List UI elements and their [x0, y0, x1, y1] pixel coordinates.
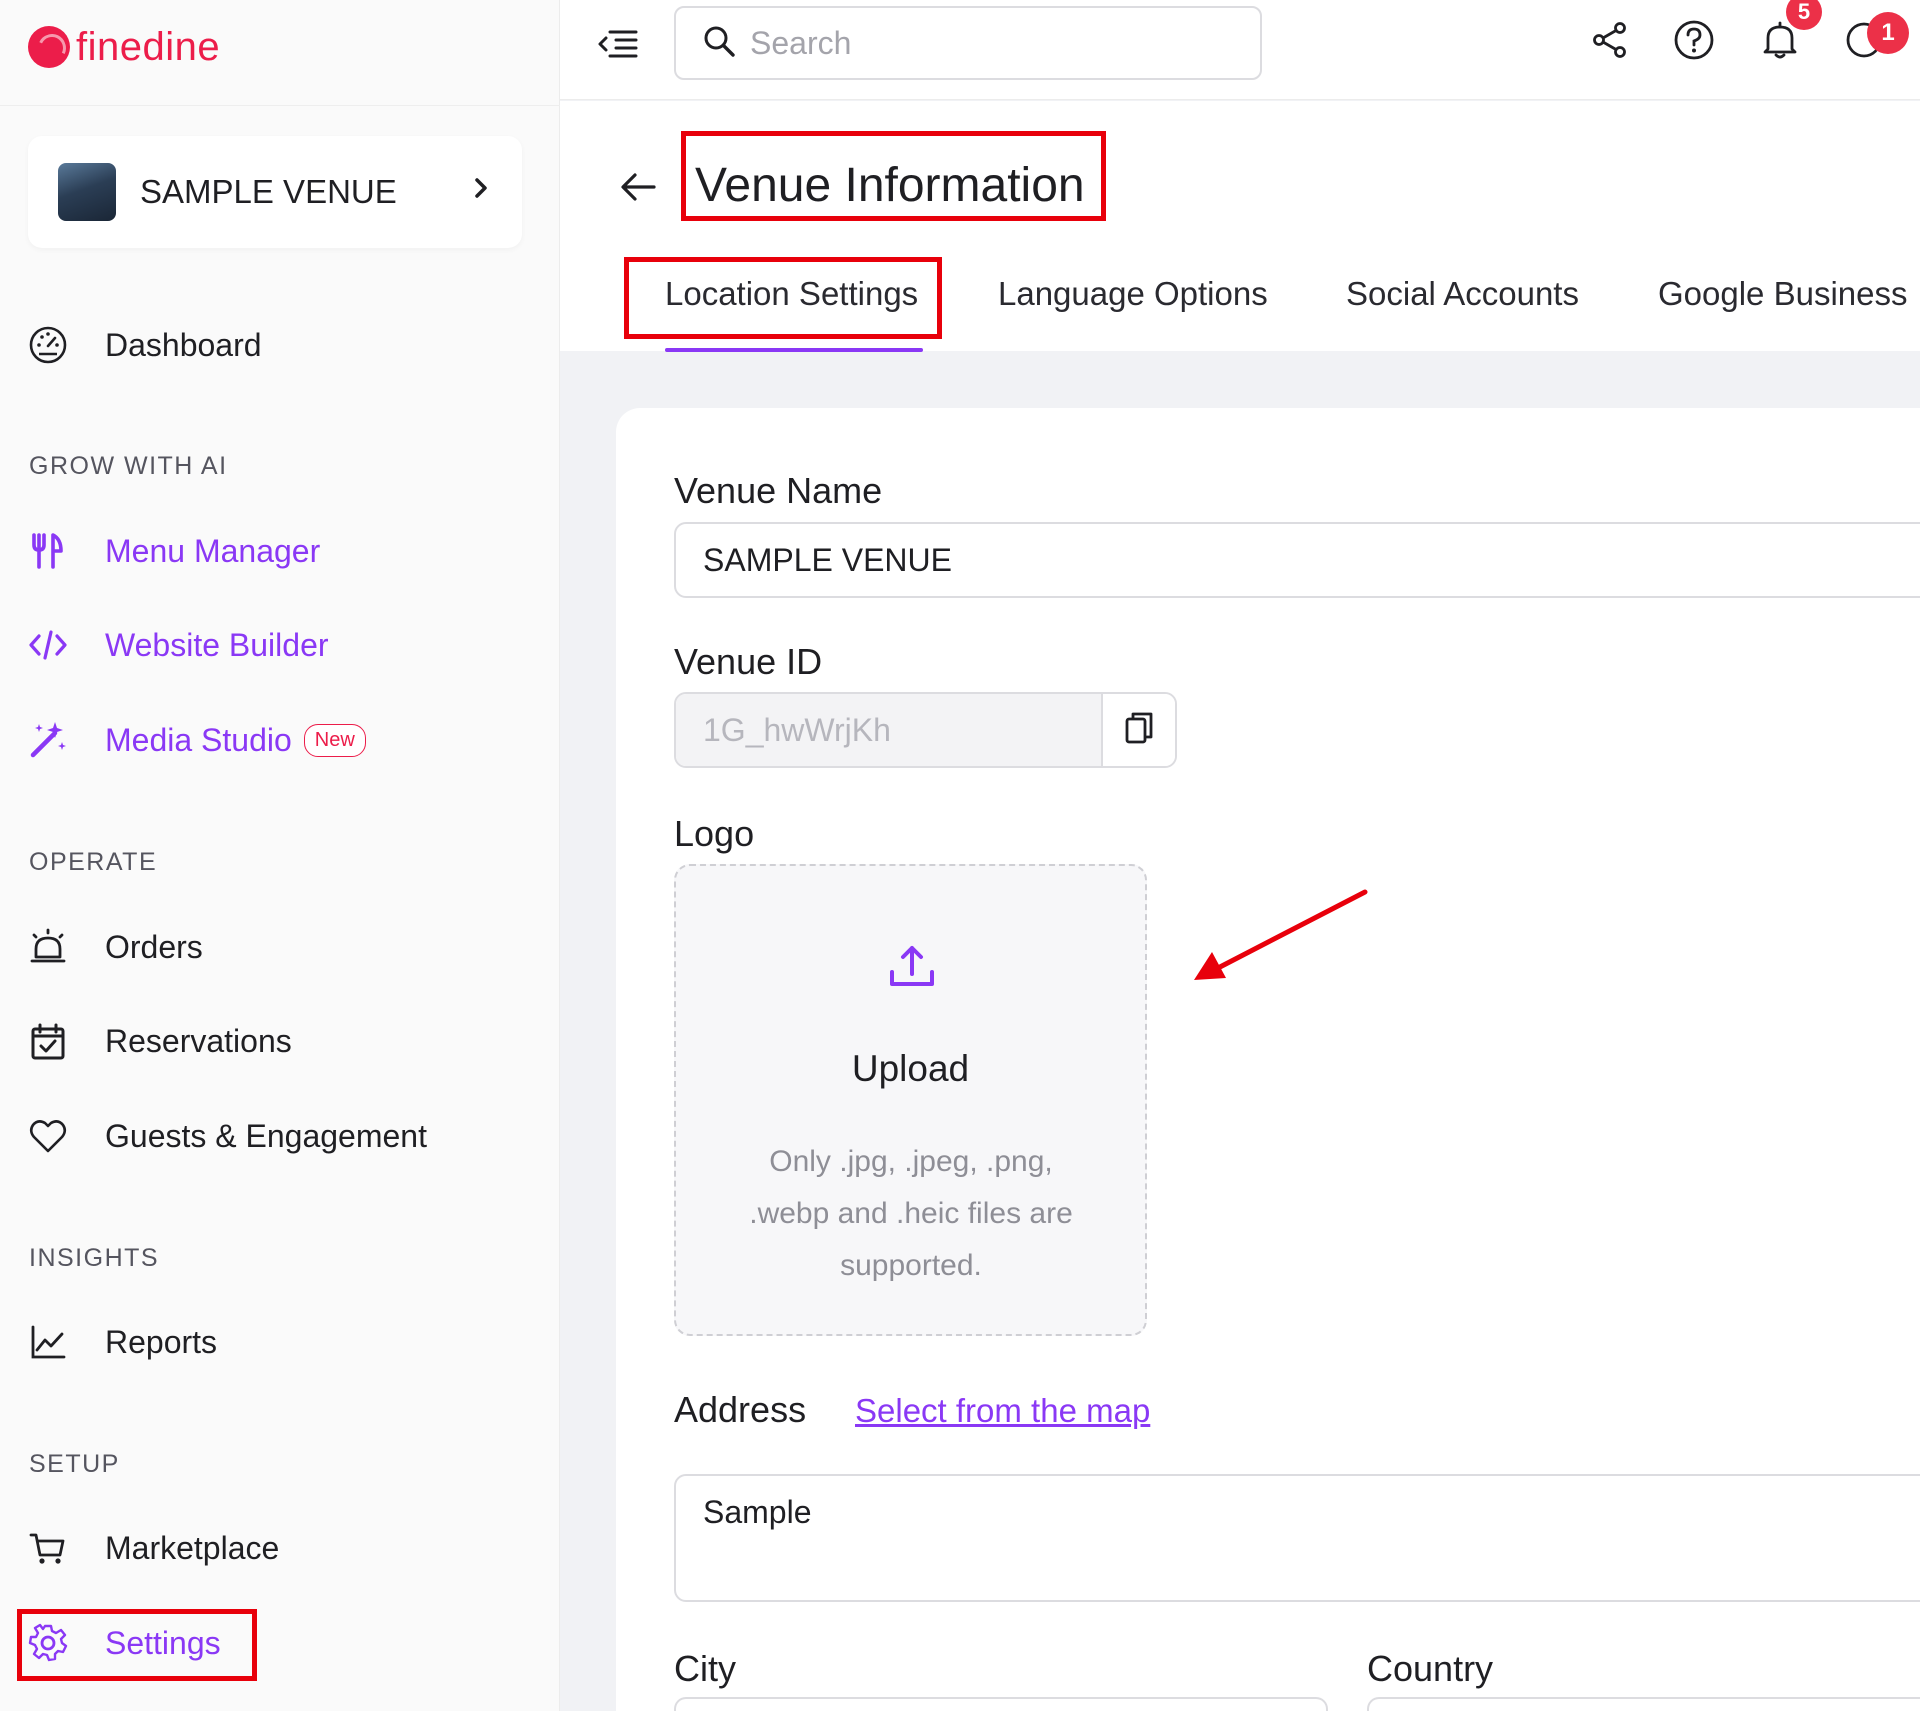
annotation-highlight-title — [681, 131, 1106, 221]
alarm-bell-icon — [28, 927, 68, 967]
help-icon[interactable] — [1672, 18, 1716, 62]
sidebar-item-label: Dashboard — [105, 326, 262, 363]
sidebar-item-label: Reservations — [105, 1022, 292, 1059]
dashboard-gauge-icon — [28, 325, 68, 365]
notification-count-badge: 5 — [1786, 0, 1822, 30]
venue-switcher[interactable]: SAMPLE VENUE — [28, 136, 522, 248]
venue-avatar — [58, 163, 116, 221]
back-arrow-icon[interactable] — [616, 165, 660, 209]
collapse-menu-icon[interactable] — [596, 24, 640, 64]
logo-label: Logo — [674, 813, 755, 854]
code-icon — [28, 625, 68, 665]
copy-button[interactable] — [1103, 694, 1175, 766]
sidebar-item-guests-engagement[interactable]: Guests & Engagement — [28, 1108, 528, 1164]
sidebar-item-dashboard[interactable]: Dashboard — [28, 317, 528, 373]
search-box[interactable] — [674, 6, 1262, 80]
city-field[interactable] — [674, 1697, 1328, 1711]
finedine-logo[interactable]: finedine — [28, 22, 220, 72]
sidebar-item-menu-manager[interactable]: Menu Manager — [28, 523, 528, 579]
annotation-highlight-settings — [17, 1609, 257, 1681]
annotation-arrow — [1194, 889, 1368, 980]
sidebar-item-label: Menu Manager — [105, 532, 321, 569]
address-label: Address — [674, 1389, 807, 1430]
annotation-highlight-tab — [624, 257, 942, 339]
sidebar-item-marketplace[interactable]: Marketplace — [28, 1520, 528, 1576]
section-title-grow: GROW WITH AI — [29, 452, 228, 480]
new-badge: New — [303, 723, 366, 757]
copy-icon — [1123, 710, 1155, 751]
top-bar: 5 1 — [560, 0, 1920, 100]
sidebar-item-website-builder[interactable]: Website Builder — [28, 617, 528, 673]
venue-id-label: Venue ID — [674, 641, 823, 682]
active-tab-indicator — [665, 348, 923, 352]
sidebar-item-label: Marketplace — [105, 1529, 280, 1566]
sidebar-item-orders[interactable]: Orders — [28, 919, 528, 975]
country-field[interactable] — [1367, 1697, 1920, 1711]
sidebar-item-reports[interactable]: Reports — [28, 1314, 528, 1370]
tab-google-business[interactable]: Google Business — [1658, 275, 1907, 313]
venue-name: SAMPLE VENUE — [140, 173, 397, 210]
upload-title: Upload — [851, 1048, 970, 1089]
upload-icon — [887, 942, 937, 992]
venue-id-field-group: 1G_hwWrjKh — [674, 692, 1177, 768]
sidebar-item-label: Reports — [105, 1323, 218, 1360]
finedine-logo-icon — [28, 26, 70, 68]
magic-wand-icon — [28, 720, 68, 760]
venue-name-label: Venue Name — [674, 470, 883, 511]
section-title-insights: INSIGHTS — [29, 1244, 160, 1272]
chevron-right-icon — [470, 175, 492, 209]
divider — [0, 105, 560, 106]
tab-social-accounts[interactable]: Social Accounts — [1346, 275, 1579, 313]
sidebar-item-label: Orders — [105, 928, 203, 965]
venue-name-field[interactable]: SAMPLE VENUE — [674, 522, 1920, 598]
country-label: Country — [1367, 1648, 1494, 1689]
shopping-cart-icon — [28, 1528, 68, 1568]
line-chart-icon — [28, 1322, 68, 1362]
sidebar: finedine SAMPLE VENUE Dashboard GROW WIT… — [0, 0, 560, 1711]
section-title-setup: SETUP — [29, 1450, 120, 1478]
calendar-check-icon — [28, 1021, 68, 1061]
profile-count-badge: 1 — [1867, 12, 1909, 54]
fork-knife-icon — [28, 531, 68, 571]
share-icon[interactable] — [1588, 18, 1632, 62]
address-field[interactable]: Sample — [674, 1474, 1920, 1602]
sidebar-item-label: Website Builder — [105, 626, 329, 663]
search-input[interactable] — [750, 24, 1230, 62]
city-label: City — [674, 1648, 736, 1689]
logo-text: finedine — [76, 24, 221, 69]
section-title-operate: OPERATE — [29, 848, 158, 876]
sidebar-item-label: Guests & Engagement — [105, 1117, 427, 1154]
sidebar-item-label: Media Studio — [105, 721, 292, 758]
tab-language-options[interactable]: Language Options — [998, 275, 1268, 313]
sidebar-item-reservations[interactable]: Reservations — [28, 1013, 528, 1069]
heart-icon — [28, 1116, 68, 1156]
select-from-map-link[interactable]: Select from the map — [855, 1392, 1150, 1430]
venue-id-field[interactable]: 1G_hwWrjKh — [676, 694, 1103, 766]
search-icon — [702, 24, 736, 63]
upload-hint: Only .jpg, .jpeg, .png, .webp and .heic … — [749, 1145, 1073, 1282]
sidebar-item-media-studio[interactable]: Media Studio New — [28, 712, 528, 768]
logo-upload-dropzone[interactable]: Upload Only .jpg, .jpeg, .png, .webp and… — [674, 864, 1147, 1336]
